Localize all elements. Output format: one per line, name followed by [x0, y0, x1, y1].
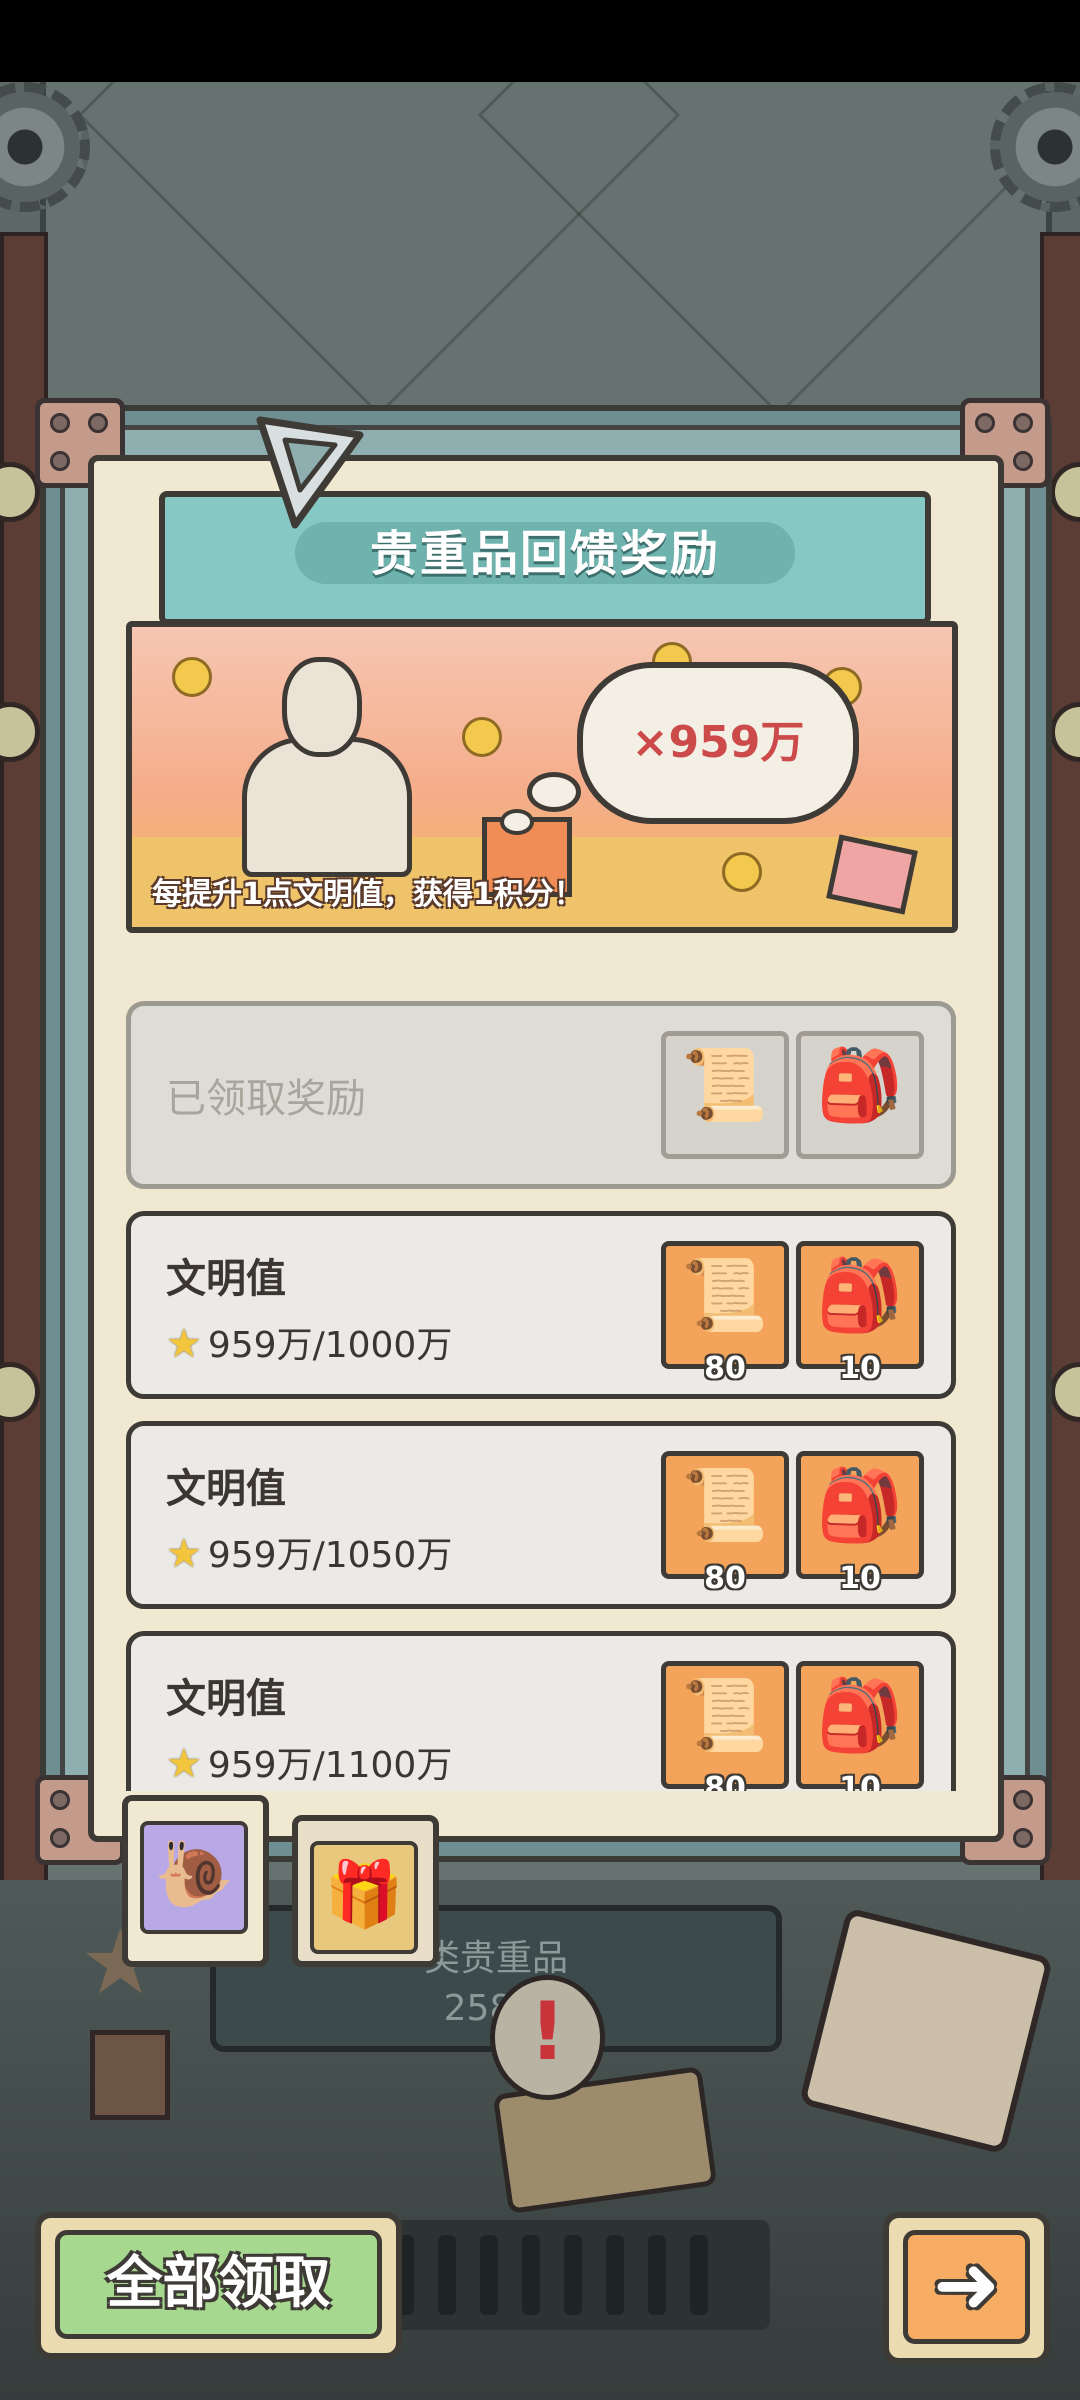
claim-all-label: 全部领取	[106, 2251, 331, 2316]
gift-box-icon: 🎁	[324, 1858, 404, 1932]
tab-icon-frame: 🎁	[310, 1841, 418, 1954]
scroll-bundle-icon: 📜	[681, 1674, 769, 1756]
reward-quantity: 10	[839, 1771, 881, 1791]
coin-icon	[462, 717, 502, 757]
row-progress: ★ 959万/1100万	[166, 1736, 452, 1788]
thought-dot	[500, 809, 534, 835]
coin-icon	[722, 852, 762, 892]
reward-tile[interactable]: 🎒	[796, 1031, 924, 1159]
next-button[interactable]: ➜	[883, 2212, 1050, 2364]
backpack-icon: 🎒	[816, 1044, 904, 1126]
backpack-icon: 🎒	[816, 1254, 904, 1336]
row-label: 文明值	[166, 1466, 286, 1512]
snail-icon: 🐌	[154, 1838, 234, 1912]
tab-icon-frame: 🐌	[140, 1821, 248, 1934]
reward-tile[interactable]: 🎒 10	[796, 1241, 924, 1386]
progress-value: 959万/1050万	[207, 1535, 453, 1576]
reward-tile[interactable]: 🎒 10	[796, 1661, 924, 1791]
reward-tile[interactable]: 🎒 10	[796, 1451, 924, 1596]
coin-icon	[172, 657, 212, 697]
reward-quantity: 80	[704, 1561, 746, 1596]
reward-tile[interactable]: 📜	[661, 1031, 789, 1159]
exclamation-icon: !	[529, 1985, 566, 2078]
progress-value: 959万/1000万	[207, 1325, 453, 1366]
statue-icon	[242, 657, 412, 877]
reward-tile[interactable]: 📜 80	[661, 1451, 789, 1596]
thought-bubble: ×959万	[577, 662, 859, 824]
hero-caption: 每提升1点文明值，获得1积分！	[152, 877, 584, 912]
scroll-bundle-icon: 📜	[681, 1044, 769, 1126]
row-label: 文明值	[166, 1256, 286, 1302]
backpack-icon: 🎒	[816, 1464, 904, 1546]
star-icon: ★	[166, 1321, 202, 1367]
backpack-icon: 🎒	[816, 1674, 904, 1756]
reward-list-viewport[interactable]: 贵重品回馈奖励 ×959万 每提升1点文明值，获得1积分！ 已领取奖励 📜 🎒 …	[94, 461, 998, 1791]
tab-gifts[interactable]: 🎁	[292, 1815, 439, 1967]
row-label: 已领取奖励	[166, 1076, 366, 1122]
triangle-emblem-icon	[256, 416, 364, 529]
reward-quantity: 10	[839, 1561, 881, 1596]
hero-banner: ×959万 每提升1点文明值，获得1积分！	[126, 621, 958, 933]
multiplier-value: ×959万	[631, 717, 805, 768]
row-label: 文明值	[166, 1676, 286, 1722]
reward-row[interactable]: 文明值 ★ 959万/1100万 📜 80 🎒 10	[126, 1631, 956, 1791]
alert-bubble[interactable]: !	[490, 1975, 605, 2100]
reward-row[interactable]: 文明值 ★ 959万/1050万 📜 80 🎒 10	[126, 1421, 956, 1609]
reward-tile[interactable]: 📜 80	[661, 1661, 789, 1791]
reward-tile[interactable]: 📜 80	[661, 1241, 789, 1386]
row-progress: ★ 959万/1000万	[166, 1316, 452, 1368]
reward-dialog: 贵重品回馈奖励 ×959万 每提升1点文明值，获得1积分！ 已领取奖励 📜 🎒 …	[88, 455, 1004, 1842]
thought-dot	[527, 772, 581, 812]
claim-all-face: 全部领取	[55, 2230, 382, 2339]
right-arrow-icon: ➜	[932, 2238, 1001, 2331]
reward-row[interactable]: 文明值 ★ 959万/1000万 📜 80 🎒 10	[126, 1211, 956, 1399]
next-button-face: ➜	[903, 2230, 1030, 2344]
reward-row-claimed: 已领取奖励 📜 🎒	[126, 1001, 956, 1189]
row-progress: ★ 959万/1050万	[166, 1526, 452, 1578]
star-icon: ★	[166, 1741, 202, 1787]
star-icon: ★	[166, 1531, 202, 1577]
tab-collection[interactable]: 🐌	[122, 1795, 269, 1967]
reward-quantity: 80	[704, 1351, 746, 1386]
status-bar	[0, 0, 1080, 82]
wall-diamond	[477, 82, 1080, 417]
scroll-bundle-icon: 📜	[681, 1254, 769, 1336]
claim-all-button[interactable]: 全部领取	[35, 2212, 402, 2359]
reward-quantity: 10	[839, 1351, 881, 1386]
progress-value: 959万/1100万	[207, 1745, 453, 1786]
scroll-bundle-icon: 📜	[681, 1464, 769, 1546]
reward-quantity: 80	[704, 1771, 746, 1791]
